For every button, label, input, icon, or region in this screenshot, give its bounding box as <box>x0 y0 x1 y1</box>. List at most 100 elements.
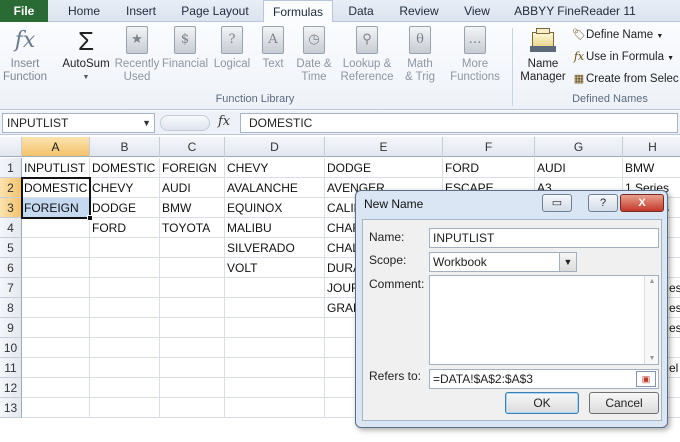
row-header-1[interactable]: 1 <box>0 158 22 178</box>
dropdown-arrow-icon[interactable]: ▼ <box>142 114 151 132</box>
cell-b4[interactable]: FORD <box>90 218 160 238</box>
help-button[interactable]: ? <box>588 194 618 212</box>
comment-scrollbar[interactable]: ▲ ▼ <box>644 276 658 364</box>
fill-handle[interactable] <box>87 215 93 221</box>
cell-a12[interactable] <box>22 378 90 398</box>
row-header-4[interactable]: 4 <box>0 218 22 238</box>
tab-data[interactable]: Data <box>340 0 382 22</box>
cell-a11[interactable] <box>22 358 90 378</box>
define-name-button[interactable]: 🏷Define Name ▼ <box>572 26 663 44</box>
create-from-selection-button[interactable]: ▦ Create from Selec <box>572 70 679 88</box>
lookup-reference-button[interactable]: ⚲ Lookup & Reference <box>338 26 396 84</box>
cell-b9[interactable] <box>90 318 160 338</box>
cell-b12[interactable] <box>90 378 160 398</box>
cell-a6[interactable] <box>22 258 90 278</box>
scroll-up-icon[interactable]: ▲ <box>645 278 659 285</box>
cell-b8[interactable] <box>90 298 160 318</box>
cell-d12[interactable] <box>225 378 325 398</box>
cell-d3[interactable]: EQUINOX <box>225 198 325 218</box>
row-header-13[interactable]: 13 <box>0 398 22 418</box>
math-trig-button[interactable]: θ Math & Trig <box>398 26 442 84</box>
logical-button[interactable]: ? Logical <box>210 26 254 71</box>
cell-b5[interactable] <box>90 238 160 258</box>
row-header-3[interactable]: 3 <box>0 198 22 218</box>
recently-used-button[interactable]: ★ Recently Used <box>114 26 160 84</box>
cell-c5[interactable] <box>160 238 225 258</box>
cell-c8[interactable] <box>160 298 225 318</box>
column-header-g[interactable]: G <box>535 137 623 157</box>
cell-d9[interactable] <box>225 318 325 338</box>
cell-b13[interactable] <box>90 398 160 418</box>
cell-f1[interactable]: FORD <box>443 158 535 178</box>
collapse-dialog-icon[interactable]: ▣ <box>636 371 656 387</box>
row-header-9[interactable]: 9 <box>0 318 22 338</box>
scroll-down-icon[interactable]: ▼ <box>645 355 659 362</box>
text-button[interactable]: A Text <box>256 26 290 71</box>
cell-d2[interactable]: AVALANCHE <box>225 178 325 198</box>
insert-function-icon[interactable]: fx <box>218 114 230 129</box>
close-button[interactable]: X <box>620 194 664 212</box>
cell-g1[interactable]: AUDI <box>535 158 623 178</box>
scope-select[interactable]: Workbook ▼ <box>429 252 577 272</box>
cell-c12[interactable] <box>160 378 225 398</box>
tab-file[interactable]: File <box>0 0 48 22</box>
cell-c9[interactable] <box>160 318 225 338</box>
cell-c3[interactable]: BMW <box>160 198 225 218</box>
cell-c2[interactable]: AUDI <box>160 178 225 198</box>
autosum-button[interactable]: Σ AutoSum ▼ <box>60 26 112 84</box>
cell-a9[interactable] <box>22 318 90 338</box>
cell-d6[interactable]: VOLT <box>225 258 325 278</box>
row-header-10[interactable]: 10 <box>0 338 22 358</box>
cell-a8[interactable] <box>22 298 90 318</box>
cell-c7[interactable] <box>160 278 225 298</box>
cell-d11[interactable] <box>225 358 325 378</box>
cell-d4[interactable]: MALIBU <box>225 218 325 238</box>
cancel-button[interactable]: Cancel <box>589 392 659 414</box>
cell-a1[interactable]: INPUTLIST <box>22 158 90 178</box>
name-box[interactable]: INPUTLIST ▼ <box>2 113 155 133</box>
row-header-12[interactable]: 12 <box>0 378 22 398</box>
cell-b3[interactable]: DODGE <box>90 198 160 218</box>
tab-abbyy-finereader-11[interactable]: ABBYY FineReader 11 <box>510 0 640 22</box>
cell-a7[interactable] <box>22 278 90 298</box>
cell-a10[interactable] <box>22 338 90 358</box>
row-header-8[interactable]: 8 <box>0 298 22 318</box>
row-header-7[interactable]: 7 <box>0 278 22 298</box>
cell-d5[interactable]: SILVERADO <box>225 238 325 258</box>
tab-review[interactable]: Review <box>392 0 446 22</box>
formula-input[interactable]: DOMESTIC <box>240 113 678 133</box>
ok-button[interactable]: OK <box>505 392 579 414</box>
name-field[interactable]: INPUTLIST <box>429 228 659 248</box>
name-manager-button[interactable]: Name Manager <box>516 26 570 84</box>
column-header-e[interactable]: E <box>325 137 443 157</box>
cell-d7[interactable] <box>225 278 325 298</box>
cell-d1[interactable]: CHEVY <box>225 158 325 178</box>
comment-field[interactable]: ▲ ▼ <box>429 275 659 365</box>
column-header-b[interactable]: B <box>90 137 160 157</box>
row-header-5[interactable]: 5 <box>0 238 22 258</box>
row-header-6[interactable]: 6 <box>0 258 22 278</box>
select-all-corner[interactable] <box>0 137 22 157</box>
cell-b7[interactable] <box>90 278 160 298</box>
more-functions-button[interactable]: … More Functions <box>444 26 506 84</box>
tab-home[interactable]: Home <box>58 0 110 22</box>
formula-bar-resize-handle[interactable] <box>160 115 210 131</box>
dialog-minimize-icon[interactable]: ▭ <box>542 194 572 212</box>
cell-a4[interactable] <box>22 218 90 238</box>
use-in-formula-button[interactable]: fx Use in Formula ▼ <box>572 48 674 66</box>
row-header-2[interactable]: 2 <box>0 178 22 198</box>
cell-c1[interactable]: FOREIGN <box>160 158 225 178</box>
insert-function-button[interactable]: fx Insert Function <box>2 26 48 84</box>
cell-e1[interactable]: DODGE <box>325 158 443 178</box>
refers-to-field[interactable]: =DATA!$A$2:$A$3 ▣ <box>429 369 659 389</box>
cell-d8[interactable] <box>225 298 325 318</box>
cell-d10[interactable] <box>225 338 325 358</box>
cell-c4[interactable]: TOYOTA <box>160 218 225 238</box>
cell-c6[interactable] <box>160 258 225 278</box>
date-time-button[interactable]: ◷ Date & Time <box>294 26 334 84</box>
column-header-c[interactable]: C <box>160 137 225 157</box>
column-header-a[interactable]: A <box>22 137 90 157</box>
tab-page-layout[interactable]: Page Layout <box>174 0 256 22</box>
cell-c10[interactable] <box>160 338 225 358</box>
cell-h1[interactable]: BMW <box>623 158 680 178</box>
